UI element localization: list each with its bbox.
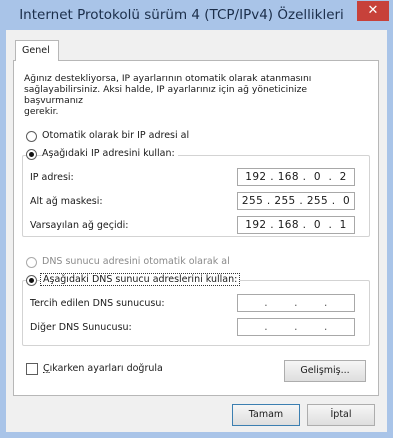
window-title: Internet Protokolü sürüm 4 (TCP/IPv4) Öz… xyxy=(19,7,344,23)
validate-on-exit-label[interactable]: Çıkarken ayarları doğrula xyxy=(43,363,163,374)
ip-address-label: IP adresi: xyxy=(30,172,74,183)
subnet-mask-label: Alt ağ maskesi: xyxy=(30,196,103,207)
ip-auto-radio[interactable] xyxy=(26,131,37,142)
validate-on-exit-checkbox[interactable] xyxy=(26,363,38,375)
preferred-dns-label: Tercih edilen DNS sunucusu: xyxy=(30,298,165,309)
advanced-button[interactable]: Gelişmiş... xyxy=(284,360,366,382)
cancel-button[interactable]: İptal xyxy=(307,404,375,426)
validate-on-exit-accelerator: Ç xyxy=(43,363,50,374)
alternate-dns-label: Diğer DNS Sunucusu: xyxy=(30,322,132,333)
subnet-mask-input[interactable]: 255 . 255 . 255 . 0 xyxy=(237,192,355,210)
default-gateway-label: Varsayılan ağ geçidi: xyxy=(30,220,129,231)
dialog-client-area: Genel Ağınız destekliyorsa, IP ayarların… xyxy=(6,30,387,432)
validate-on-exit-text: ıkarken ayarları doğrula xyxy=(49,363,163,374)
dns-manual-radio[interactable] xyxy=(26,275,37,286)
dns-auto-label[interactable]: DNS sunucu adresini otomatik olarak al xyxy=(42,256,230,267)
ip-auto-label[interactable]: Otomatik olarak bir IP adresi al xyxy=(42,130,189,141)
close-button[interactable]: ✕ xyxy=(357,1,389,21)
title-bar[interactable]: Internet Protokolü sürüm 4 (TCP/IPv4) Öz… xyxy=(0,0,393,30)
ip-manual-radio[interactable] xyxy=(26,149,37,160)
dns-auto-radio[interactable] xyxy=(26,257,37,268)
alternate-dns-input[interactable]: . . . xyxy=(237,318,355,336)
ip-address-input[interactable]: 192 . 168 . 0 . 2 xyxy=(237,168,355,186)
preferred-dns-input[interactable]: . . . xyxy=(237,294,355,312)
dialog-window: Internet Protokolü sürüm 4 (TCP/IPv4) Öz… xyxy=(0,0,393,438)
close-icon: ✕ xyxy=(367,3,379,18)
tab-general[interactable]: Genel xyxy=(15,40,59,61)
tab-panel-general: Ağınız destekliyorsa, IP ayarlarının oto… xyxy=(13,60,379,396)
default-gateway-input[interactable]: 192 . 168 . 0 . 1 xyxy=(237,216,355,234)
ip-manual-label[interactable]: Aşağıdaki IP adresini kullan: xyxy=(42,148,178,159)
ok-button[interactable]: Tamam xyxy=(232,404,300,426)
dns-manual-group xyxy=(22,280,370,346)
description-text: Ağınız destekliyorsa, IP ayarlarının oto… xyxy=(24,73,312,117)
dns-manual-label[interactable]: Aşağıdaki DNS sunucu adreslerini kullan: xyxy=(40,273,241,286)
